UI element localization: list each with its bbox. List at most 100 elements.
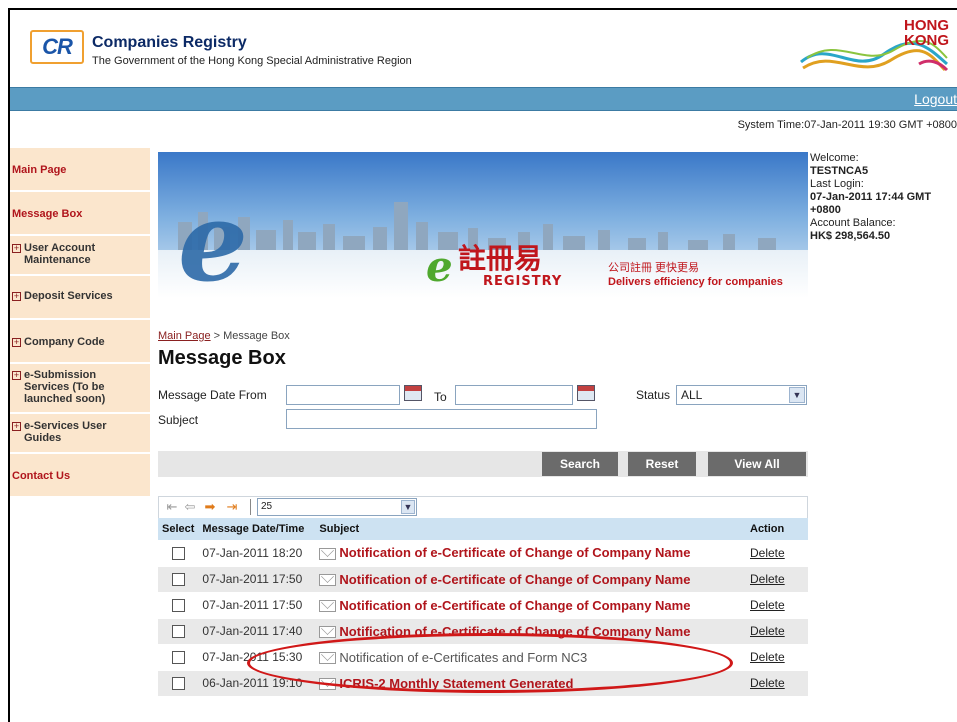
action-cell: Delete: [746, 566, 808, 593]
banner-brand-english: REGISTRY: [483, 274, 563, 289]
expand-plus-icon: +: [12, 243, 21, 253]
subject-link[interactable]: Notification of e-Certificate of Change …: [339, 545, 690, 560]
page-title: Message Box: [158, 347, 286, 369]
breadcrumb-separator: >: [210, 330, 224, 342]
last-page-icon[interactable]: ⇥: [225, 500, 239, 514]
sidebar-item-contact-us[interactable]: Contact Us: [10, 454, 150, 498]
action-cell: Delete: [746, 644, 808, 671]
sidebar-item-user-account[interactable]: + User Account Maintenance: [10, 236, 150, 276]
pager-divider: [250, 499, 251, 515]
envelope-icon: [319, 574, 337, 587]
last-login-label: Last Login:: [810, 178, 864, 190]
reset-button[interactable]: Reset: [628, 452, 696, 476]
status-select[interactable]: ALL ▼: [676, 385, 807, 405]
header-date: Message Date/Time: [198, 518, 316, 540]
table-row: 07-Jan-2011 17:50 Notification of e-Cert…: [158, 592, 808, 619]
action-cell: Delete: [746, 540, 808, 567]
sidebar-item-label: Company Code: [24, 336, 105, 348]
account-balance-label: Account Balance:: [810, 217, 896, 229]
subject-link[interactable]: Notification of e-Certificate of Change …: [339, 572, 690, 587]
sidebar-item-main-page[interactable]: Main Page: [10, 148, 150, 192]
sidebar-item-company-code[interactable]: + Company Code: [10, 320, 150, 364]
row-checkbox[interactable]: [171, 625, 185, 639]
view-all-button[interactable]: View All: [708, 452, 806, 476]
date-to-input[interactable]: [455, 385, 573, 405]
delete-link[interactable]: Delete: [750, 598, 785, 612]
header-action: Action: [746, 518, 808, 540]
search-button[interactable]: Search: [542, 452, 618, 476]
delete-link[interactable]: Delete: [750, 624, 785, 638]
browser-page: CR Companies Registry The Government of …: [8, 8, 957, 722]
sidebar-item-user-guides[interactable]: + e-Services User Guides: [10, 414, 150, 454]
sidebar-item-label: e-Submission Services (To be launched so…: [24, 369, 106, 405]
cr-logo-text: CR: [42, 34, 73, 59]
sidebar-nav: Main Page Message Box + User Account Mai…: [10, 148, 150, 498]
delete-link[interactable]: Delete: [750, 676, 785, 690]
e-registry-mark-icon: e: [426, 242, 453, 291]
expand-plus-icon: +: [12, 337, 21, 347]
next-page-icon[interactable]: ➡: [203, 500, 217, 514]
row-checkbox[interactable]: [171, 651, 185, 665]
row-checkbox[interactable]: [171, 599, 185, 613]
org-subtitle: The Government of the Hong Kong Special …: [92, 55, 412, 67]
cr-logo: CR: [30, 30, 84, 64]
select-cell: [158, 618, 199, 645]
table-header-row: Select Message Date/Time Subject Action: [158, 518, 808, 540]
subject-cell: Notification of e-Certificate of Change …: [315, 592, 746, 619]
select-cell: [158, 670, 199, 697]
delete-link[interactable]: Delete: [750, 572, 785, 586]
date-from-calendar-icon[interactable]: [404, 385, 422, 401]
table-row: 07-Jan-2011 17:50 Notification of e-Cert…: [158, 566, 808, 593]
brand-hong-kong-logo: HONG KONG: [799, 18, 949, 80]
table-row: 07-Jan-2011 18:20 Notification of e-Cert…: [158, 540, 808, 567]
sidebar-item-deposit-services[interactable]: + Deposit Services: [10, 276, 150, 320]
chevron-down-icon: ▼: [789, 387, 805, 403]
breadcrumb-home-link[interactable]: Main Page: [158, 330, 211, 342]
envelope-icon: [319, 626, 337, 639]
expand-plus-icon: +: [12, 421, 21, 431]
sidebar-item-e-submission[interactable]: + e-Submission Services (To be launched …: [10, 364, 150, 414]
e-registry-banner: e e 註冊易 REGISTRY 公司註冊 更快更易 Delivers effi…: [158, 152, 808, 298]
select-cell: [158, 566, 199, 593]
banner-brand-chinese: 註冊易: [458, 242, 543, 275]
logout-link[interactable]: Logout: [914, 91, 957, 107]
date-from-label: Message Date From: [158, 388, 267, 402]
date-from-input[interactable]: [286, 385, 400, 405]
header-subject: Subject: [315, 518, 746, 540]
row-checkbox[interactable]: [171, 546, 185, 560]
date-cell: 07-Jan-2011 17:50: [198, 592, 316, 619]
date-cell: 07-Jan-2011 17:50: [198, 566, 316, 593]
subject-link[interactable]: Notification of e-Certificate of Change …: [339, 598, 690, 613]
first-page-icon[interactable]: ⇤: [165, 500, 179, 514]
sidebar-item-message-box[interactable]: Message Box: [10, 192, 150, 236]
org-title: Companies Registry: [92, 34, 247, 51]
delete-link[interactable]: Delete: [750, 546, 785, 560]
status-select-value: ALL: [681, 388, 703, 402]
date-to-label: To: [434, 390, 447, 404]
select-cell: [158, 592, 199, 619]
delete-link[interactable]: Delete: [750, 650, 785, 664]
select-cell: [158, 540, 199, 567]
row-checkbox[interactable]: [171, 677, 185, 691]
e-logo-icon: e: [178, 177, 248, 298]
envelope-icon: [319, 548, 337, 561]
highlight-ellipse: [247, 633, 733, 693]
row-checkbox[interactable]: [171, 573, 185, 587]
page-size-select[interactable]: 25 ▼: [257, 498, 417, 516]
action-cell: Delete: [746, 670, 808, 697]
date-cell: 07-Jan-2011 18:20: [198, 540, 316, 567]
banner-slogan-english: Delivers efficiency for companies: [608, 276, 783, 288]
breadcrumb: Main Page > Message Box: [158, 330, 290, 342]
previous-page-icon[interactable]: ⇦: [183, 500, 197, 514]
breadcrumb-current: Message Box: [223, 330, 290, 342]
status-label: Status: [636, 388, 671, 402]
page-size-value: 25: [261, 501, 273, 512]
sidebar-item-label: Main Page: [12, 164, 67, 176]
account-balance-value: HK$ 298,564.50: [810, 230, 891, 242]
system-time: System Time:07-Jan-2011 19:30 GMT +0800: [737, 119, 957, 131]
subject-input[interactable]: [286, 409, 597, 429]
date-to-calendar-icon[interactable]: [577, 385, 595, 401]
chevron-down-icon: ▼: [401, 500, 415, 514]
header-select: Select: [158, 518, 199, 540]
subject-label: Subject: [158, 413, 199, 427]
